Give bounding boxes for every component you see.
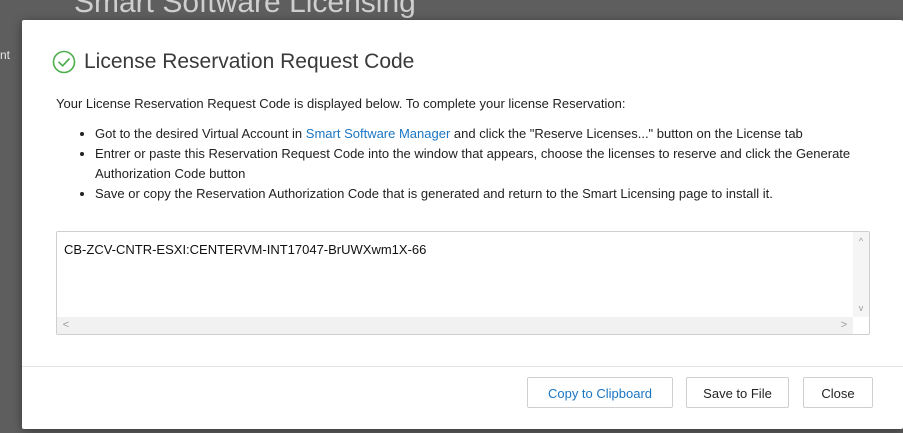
instruction-step-1: Got to the desired Virtual Account in Sm… [95, 124, 885, 144]
check-circle-icon [52, 50, 76, 74]
smart-software-manager-link[interactable]: Smart Software Manager [306, 126, 451, 141]
instruction-step-2: Entrer or paste this Reservation Request… [95, 144, 885, 184]
dialog-title: License Reservation Request Code [84, 50, 415, 73]
scroll-up-icon[interactable]: ^ [853, 234, 869, 248]
close-button[interactable]: Close [803, 377, 873, 408]
background-page-title: Smart Software Licensing [74, 0, 416, 19]
background-text-fragment: nt [0, 48, 11, 62]
horizontal-scrollbar[interactable]: < > [57, 317, 853, 334]
step-1-prefix: Got to the desired Virtual Account in [95, 126, 306, 141]
copy-to-clipboard-button[interactable]: Copy to Clipboard [527, 377, 673, 408]
license-reservation-dialog: License Reservation Request Code Your Li… [22, 20, 903, 429]
scroll-left-icon[interactable]: < [59, 317, 73, 334]
dialog-header: License Reservation Request Code [52, 50, 414, 74]
vertical-scrollbar[interactable]: ^ v [853, 232, 869, 317]
save-to-file-button[interactable]: Save to File [686, 377, 789, 408]
scroll-down-icon[interactable]: v [853, 301, 869, 315]
instruction-list: Got to the desired Virtual Account in Sm… [74, 124, 885, 204]
instruction-step-3: Save or copy the Reservation Authorizati… [95, 184, 885, 204]
step-1-suffix: and click the "Reserve Licenses..." butt… [450, 126, 803, 141]
dialog-intro-text: Your License Reservation Request Code is… [56, 96, 626, 111]
footer-divider [22, 366, 903, 367]
scroll-right-icon[interactable]: > [837, 317, 851, 334]
request-code-value: CB-ZCV-CNTR-ESXI:CENTERVM-INT17047-BrUWX… [64, 242, 427, 257]
request-code-textarea[interactable]: CB-ZCV-CNTR-ESXI:CENTERVM-INT17047-BrUWX… [56, 231, 870, 335]
